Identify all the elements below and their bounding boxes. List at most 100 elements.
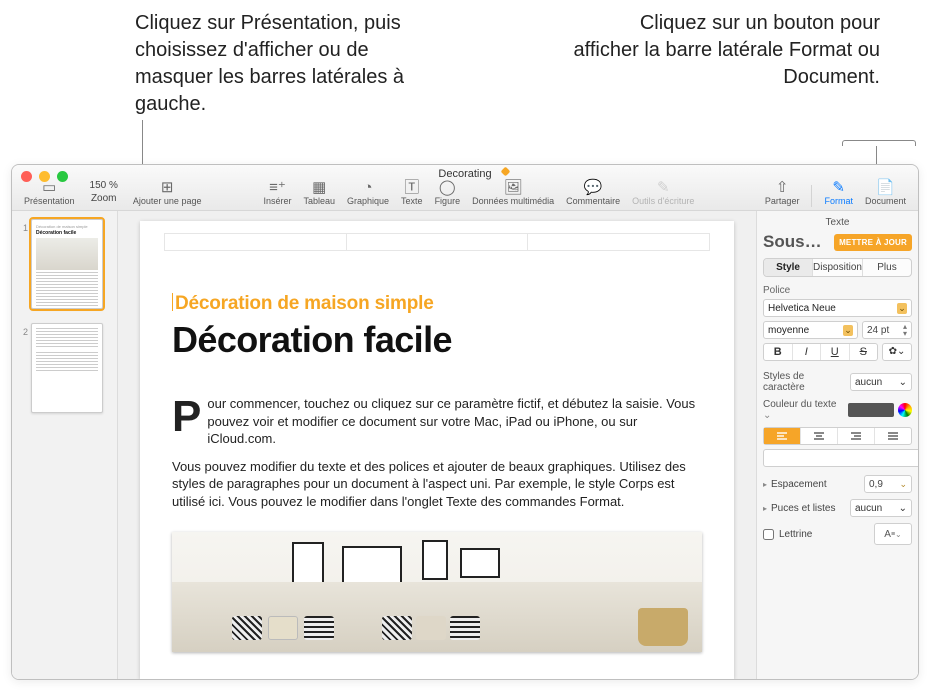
chevron-down-icon: ⌄	[899, 503, 907, 514]
font-weight-value: moyenne	[768, 325, 843, 336]
toolbar-label: Graphique	[347, 196, 389, 206]
tab-more[interactable]: Plus	[863, 259, 911, 276]
update-style-button[interactable]: METTRE À JOUR	[834, 234, 912, 251]
page-thumbnail-1[interactable]: Décoration de maison simple Décoration f…	[31, 219, 103, 309]
toolbar-label: Format	[824, 196, 853, 206]
body-paragraph-2[interactable]: Vous pouvez modifier du texte et des pol…	[172, 458, 702, 511]
disclosure-triangle-icon[interactable]: ▸	[763, 480, 767, 489]
tab-style[interactable]: Style	[764, 259, 813, 276]
share-icon: ⇧	[776, 180, 789, 195]
chevron-down-icon: ⌄	[895, 530, 902, 539]
add-page-icon: ⊞	[161, 180, 174, 195]
advanced-font-button[interactable]: ✿⌄	[883, 344, 911, 360]
format-inspector: Texte Sous…* ⌄ METTRE À JOUR Style Dispo…	[756, 211, 918, 679]
text-button[interactable]: 🅃 Texte	[395, 180, 429, 208]
toolbar-label: Figure	[435, 196, 461, 206]
valign-top-button[interactable]	[764, 450, 918, 466]
presentation-button[interactable]: ▭ Présentation	[18, 180, 81, 208]
paintbrush-icon: ✎	[832, 180, 845, 195]
bullets-label: Puces et listes	[771, 503, 846, 514]
dropdown-icon: ⌄	[899, 479, 907, 490]
toolbar-separator	[811, 185, 812, 207]
underline-button[interactable]: U	[821, 344, 850, 360]
textbox-icon: 🅃	[404, 180, 419, 195]
vertical-align-group	[763, 449, 918, 467]
media-icon: 🖼	[504, 180, 523, 195]
comment-button[interactable]: 💬 Commentaire	[560, 180, 626, 208]
thumb-number: 1	[18, 219, 28, 233]
shape-icon: ◯	[439, 180, 456, 195]
page-thumbnail-2[interactable]	[31, 323, 103, 413]
document-icon: 📄	[876, 180, 895, 195]
media-button[interactable]: 🖼 Données multimédia	[466, 180, 560, 208]
app-window: Decorating ▭ Présentation 150 % Zoom ⊞ A…	[11, 164, 919, 680]
document-button[interactable]: 📄 Document	[859, 180, 912, 208]
table-icon: ▦	[312, 180, 326, 195]
thumb-number: 2	[18, 323, 28, 337]
toolbar-label: Données multimédia	[472, 196, 554, 206]
content-area: 1 Décoration de maison simple Décoration…	[12, 211, 918, 679]
sidebar-icon: ▭	[42, 180, 56, 195]
callout-format-document: Cliquez sur un bouton pour afficher la b…	[570, 10, 880, 91]
spacing-value: 0,9	[869, 479, 883, 490]
toolbar-label: Outils d'écriture	[632, 196, 694, 206]
bullets-selector[interactable]: aucun ⌄	[850, 499, 912, 517]
chart-button[interactable]: ◔ Graphique	[341, 180, 395, 208]
dropcap-letter: P	[172, 397, 201, 437]
toolbar-label: Commentaire	[566, 196, 620, 206]
font-weight-selector[interactable]: moyenne ⌄	[763, 321, 858, 339]
add-page-button[interactable]: ⊞ Ajouter une page	[127, 180, 208, 208]
titlebar: Decorating ▭ Présentation 150 % Zoom ⊞ A…	[12, 165, 918, 211]
toolbar-label: Tableau	[303, 196, 335, 206]
page-thumbnails-sidebar: 1 Décoration de maison simple Décoration…	[12, 211, 118, 679]
dropcap-label: Lettrine	[779, 529, 869, 540]
share-button[interactable]: ⇧ Partager	[759, 180, 806, 208]
bullets-value: aucun	[855, 503, 882, 514]
font-section-label: Police	[763, 285, 912, 296]
disclosure-triangle-icon[interactable]: ▸	[763, 504, 767, 513]
toolbar-label: Document	[865, 196, 906, 206]
spacing-value-field[interactable]: 0,9 ⌄	[864, 475, 912, 493]
page-header-region[interactable]	[164, 233, 710, 251]
comment-icon: 💬	[584, 180, 603, 195]
body-paragraph-1[interactable]: Pour commencer, touchez ou cliquez sur c…	[172, 395, 702, 448]
inspector-title: Texte	[763, 217, 912, 228]
spacing-label: Espacement	[771, 479, 860, 490]
callout-presentation: Cliquez sur Présentation, puis choisisse…	[135, 10, 445, 118]
inspector-tabs: Style Disposition Plus	[763, 258, 912, 277]
toolbar-label: Présentation	[24, 196, 75, 206]
dropcap-checkbox[interactable]	[763, 529, 774, 540]
toolbar-label: Texte	[401, 196, 423, 206]
zoom-value: 150 %	[83, 178, 125, 193]
zoom-selector[interactable]: 150 % Zoom	[81, 178, 127, 208]
subtitle-text[interactable]: Décoration de maison simple	[172, 293, 702, 315]
insert-button[interactable]: ≡⁺ Insérer	[257, 180, 297, 208]
paragraph-style-selector[interactable]: Sous…* ⌄	[763, 232, 830, 252]
writing-tools-button: ✎ Outils d'écriture	[626, 180, 700, 208]
stepper-icon: ▴▾	[903, 323, 907, 337]
font-family-value: Helvetica Neue	[768, 303, 897, 314]
strike-button[interactable]: S	[850, 344, 878, 360]
subtitle-value: Décoration de maison simple	[175, 293, 434, 314]
italic-button[interactable]: I	[793, 344, 822, 360]
bold-button[interactable]: B	[764, 344, 793, 360]
body-text-1: our commencer, touchez ou cliquez sur ce…	[207, 396, 695, 446]
hero-image[interactable]	[172, 532, 702, 652]
tab-layout[interactable]: Disposition	[813, 259, 863, 276]
chart-icon: ◔	[364, 180, 373, 195]
format-button[interactable]: ✎ Format	[818, 180, 859, 208]
toolbar: ▭ Présentation 150 % Zoom ⊞ Ajouter une …	[12, 183, 918, 208]
shape-button[interactable]: ◯ Figure	[429, 180, 467, 208]
table-button[interactable]: ▦ Tableau	[297, 180, 341, 208]
insert-icon: ≡⁺	[269, 180, 286, 195]
font-family-selector[interactable]: Helvetica Neue ⌄	[763, 299, 912, 317]
document-page: Décoration de maison simple Décoration f…	[140, 221, 734, 679]
document-editor[interactable]: Décoration de maison simple Décoration f…	[118, 211, 756, 679]
headline-text[interactable]: Décoration facile	[172, 319, 702, 361]
font-size-stepper[interactable]: 24 pt ▴▾	[862, 321, 912, 339]
toolbar-label: Insérer	[263, 196, 291, 206]
dropcap-style-selector[interactable]: A≡ ⌄	[874, 523, 912, 545]
text-cursor-icon	[172, 293, 173, 311]
dropdown-icon: ⌄	[843, 325, 853, 336]
font-size-value: 24 pt	[867, 325, 889, 336]
